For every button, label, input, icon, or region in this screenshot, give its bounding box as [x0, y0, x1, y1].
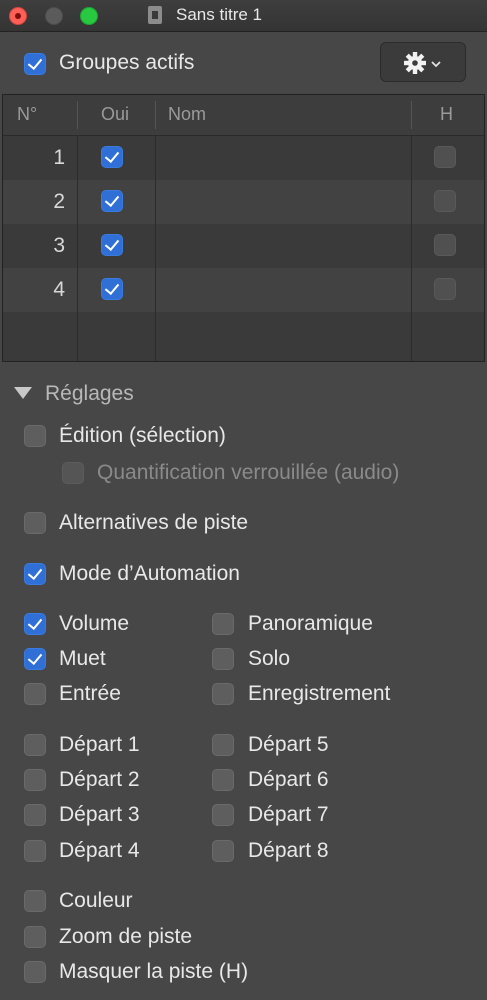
send-6-checkbox[interactable]	[212, 769, 234, 791]
window-title: Sans titre 1	[176, 5, 262, 24]
send-4-checkbox[interactable]	[24, 840, 46, 862]
mute-label: Muet	[59, 647, 106, 670]
row-yes-checkbox[interactable]	[101, 146, 123, 168]
gear-icon	[404, 52, 441, 74]
send-4-label: Départ 4	[59, 839, 140, 862]
pan-checkbox[interactable]	[212, 613, 234, 635]
zoom-window-button[interactable]	[80, 7, 98, 25]
title-bar: Sans titre 1	[0, 0, 487, 32]
column-header-yes[interactable]: Oui	[101, 104, 129, 125]
send-5-checkbox[interactable]	[212, 734, 234, 756]
row-number: 4	[53, 278, 65, 301]
volume-checkbox[interactable]	[24, 613, 46, 635]
settings-section-title[interactable]: Réglages	[45, 382, 134, 406]
row-yes-checkbox[interactable]	[101, 234, 123, 256]
automation-mode-label: Mode d’Automation	[59, 562, 240, 585]
send-7-label: Départ 7	[248, 803, 329, 826]
send-3-label: Départ 3	[59, 803, 140, 826]
solo-label: Solo	[248, 647, 291, 670]
edit-selection-label: Édition (sélection)	[59, 424, 226, 447]
groups-active-checkbox[interactable]	[24, 53, 46, 75]
record-label: Enregistrement	[248, 682, 391, 705]
column-header-hide[interactable]: H	[440, 104, 453, 125]
row-number: 3	[53, 234, 65, 257]
row-number: 2	[53, 190, 65, 213]
input-label: Entrée	[59, 682, 121, 705]
input-checkbox[interactable]	[24, 683, 46, 705]
volume-label: Volume	[59, 612, 130, 635]
column-header-number[interactable]: N°	[17, 104, 37, 125]
row-hide-checkbox[interactable]	[434, 234, 456, 256]
track-alternatives-checkbox[interactable]	[24, 512, 46, 534]
pan-label: Panoramique	[248, 612, 373, 635]
record-checkbox[interactable]	[212, 683, 234, 705]
edit-selection-checkbox[interactable]	[24, 425, 46, 447]
color-checkbox[interactable]	[24, 890, 46, 912]
send-2-checkbox[interactable]	[24, 769, 46, 791]
track-zoom-checkbox[interactable]	[24, 926, 46, 948]
quantization-locked-checkbox	[62, 462, 84, 484]
groups-table: N° Oui Nom H 1 2 3 4	[2, 94, 485, 362]
disclosure-triangle-icon[interactable]	[14, 387, 32, 399]
table-header: N° Oui Nom H	[3, 95, 484, 136]
send-2-label: Départ 2	[59, 768, 140, 791]
row-number: 1	[53, 146, 65, 169]
hide-track-checkbox[interactable]	[24, 961, 46, 983]
solo-checkbox[interactable]	[212, 648, 234, 670]
send-3-checkbox[interactable]	[24, 804, 46, 826]
column-header-name[interactable]: Nom	[168, 104, 206, 125]
minimize-window-button[interactable]	[45, 7, 63, 25]
send-1-label: Départ 1	[59, 733, 140, 756]
mute-checkbox[interactable]	[24, 648, 46, 670]
hide-track-label: Masquer la piste (H)	[59, 960, 249, 983]
row-hide-checkbox[interactable]	[434, 190, 456, 212]
automation-mode-checkbox[interactable]	[24, 563, 46, 585]
send-8-label: Départ 8	[248, 839, 329, 862]
send-7-checkbox[interactable]	[212, 804, 234, 826]
groups-active-label: Groupes actifs	[59, 51, 195, 74]
send-8-checkbox[interactable]	[212, 840, 234, 862]
track-alternatives-label: Alternatives de piste	[59, 511, 249, 534]
row-hide-checkbox[interactable]	[434, 146, 456, 168]
send-6-label: Départ 6	[248, 768, 329, 791]
row-yes-checkbox[interactable]	[101, 190, 123, 212]
send-1-checkbox[interactable]	[24, 734, 46, 756]
color-label: Couleur	[59, 889, 133, 912]
close-window-button[interactable]	[9, 7, 27, 25]
document-icon	[148, 6, 162, 24]
chevron-down-icon	[431, 61, 441, 68]
gear-menu-button[interactable]	[380, 42, 466, 82]
quantization-locked-label: Quantification verrouillée (audio)	[97, 461, 400, 484]
row-yes-checkbox[interactable]	[101, 278, 123, 300]
track-zoom-label: Zoom de piste	[59, 925, 193, 948]
send-5-label: Départ 5	[248, 733, 329, 756]
row-hide-checkbox[interactable]	[434, 278, 456, 300]
